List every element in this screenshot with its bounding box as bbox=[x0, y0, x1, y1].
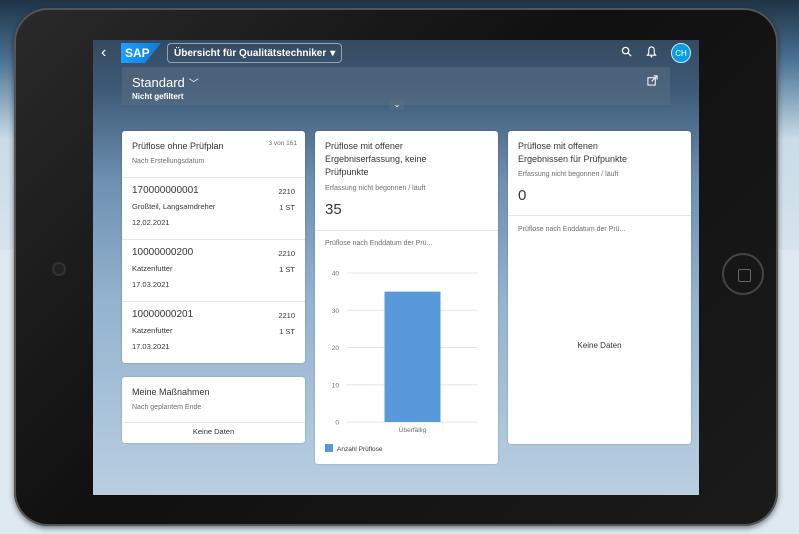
lot-plant: 2210 bbox=[278, 249, 295, 258]
chart-title: Prüflose nach Enddatum der Prü... bbox=[325, 240, 433, 247]
back-icon[interactable]: ‹ bbox=[101, 44, 117, 62]
lot-plant: 2210 bbox=[278, 187, 295, 196]
bar-chart: 0 10 20 30 40 Überfällig Anzahl Prüflose bbox=[325, 271, 478, 453]
variant-selector[interactable]: Standard ﹀ bbox=[132, 75, 199, 90]
card-count: 3 von 161 bbox=[268, 140, 297, 147]
legend-swatch bbox=[325, 444, 333, 452]
lot-number: 10000000200 bbox=[132, 247, 194, 258]
card-subtitle: Nach geplantem Ende bbox=[132, 404, 202, 411]
app-title-menu[interactable]: Übersicht für Qualitätstechniker ▾ bbox=[167, 43, 343, 63]
kpi-value: 35 bbox=[325, 201, 342, 218]
card-open-results-points[interactable]: Prüflose mit offenen Ergebnissen für Prüf… bbox=[508, 131, 691, 444]
lot-description: Großteil, Langsamdreher bbox=[132, 202, 216, 211]
card-subtitle: Nach Erstellungsdatum bbox=[132, 158, 205, 165]
lot-date: 17.03.2021 bbox=[132, 280, 170, 289]
y-tick-label: 20 bbox=[332, 345, 340, 352]
chevron-down-icon: ﹀ bbox=[188, 79, 199, 90]
share-icon[interactable] bbox=[647, 75, 658, 89]
lot-date: 17.03.2021 bbox=[132, 342, 170, 351]
card-inspection-lots-no-plan[interactable]: Prüflose ohne Prüfplan 3 von 161 Nach Er… bbox=[122, 131, 305, 363]
card-subtitle: Erfassung nicht begonnen / läuft bbox=[518, 171, 619, 178]
lot-number: 10000000201 bbox=[132, 309, 194, 320]
lot-plant: 2210 bbox=[278, 311, 295, 320]
lot-description: Katzenfutter bbox=[132, 264, 173, 273]
card-open-results-no-points[interactable]: Prüflose mit offener Ergebniserfassung, k… bbox=[315, 131, 498, 464]
y-tick-label: 0 bbox=[335, 420, 339, 427]
bar bbox=[384, 291, 441, 422]
list-item[interactable]: 170000000001 Großteil, Langsamdreher 12.… bbox=[122, 177, 305, 239]
shell-bar: ‹ SAP Übersicht für Qualitätstechniker ▾… bbox=[93, 40, 699, 66]
lot-date: 12.02.2021 bbox=[132, 218, 170, 227]
no-data-text: Keine Daten bbox=[192, 427, 235, 436]
filter-status: Nicht gefiltert bbox=[132, 92, 184, 101]
collapse-header-button[interactable]: ⌄ bbox=[390, 100, 404, 110]
app-title: Übersicht für Qualitätstechniker bbox=[174, 47, 327, 59]
card-title: Prüflose ohne Prüfplan bbox=[132, 141, 224, 151]
chart-title: Prüflose nach Enddatum der Prü... bbox=[518, 226, 626, 233]
card-my-actions[interactable]: Meine Maßnahmen Nach geplantem Ende Kein… bbox=[122, 377, 305, 443]
lot-quantity: 1 ST bbox=[279, 265, 295, 274]
lot-description: Katzenfutter bbox=[132, 326, 173, 335]
y-tick-label: 40 bbox=[332, 271, 340, 278]
card-subtitle: Erfassung nicht begonnen / läuft bbox=[325, 185, 426, 192]
card-title: Prüflose mit offenen Ergebnissen für Prüf… bbox=[518, 141, 628, 164]
card-title: Meine Maßnahmen bbox=[132, 387, 210, 397]
sap-logo: SAP bbox=[121, 43, 161, 63]
y-tick-label: 10 bbox=[332, 382, 340, 389]
avatar[interactable]: CH bbox=[671, 43, 691, 63]
screen: ‹ SAP Übersicht für Qualitätstechniker ▾… bbox=[93, 40, 699, 495]
legend-label: Anzahl Prüflose bbox=[337, 446, 383, 453]
x-tick-label: Überfällig bbox=[399, 426, 427, 434]
lot-quantity: 1 ST bbox=[279, 327, 295, 336]
y-tick-label: 30 bbox=[332, 308, 340, 315]
camera bbox=[54, 264, 64, 274]
caret-down-icon: ▾ bbox=[330, 47, 336, 59]
no-data-text: Keine Daten bbox=[577, 341, 622, 350]
list-item[interactable]: 10000000201 Katzenfutter 17.03.2021 2210… bbox=[122, 301, 305, 363]
bell-icon[interactable] bbox=[646, 45, 657, 61]
lot-number: 170000000001 bbox=[132, 185, 199, 196]
lot-quantity: 1 ST bbox=[279, 203, 295, 212]
list-item[interactable]: 10000000200 Katzenfutter 17.03.2021 2210… bbox=[122, 239, 305, 301]
variant-name: Standard bbox=[132, 75, 185, 90]
search-icon[interactable] bbox=[621, 46, 632, 60]
kpi-value: 0 bbox=[518, 187, 527, 204]
card-title: Prüflose mit offener Ergebniserfassung, k… bbox=[325, 141, 427, 177]
home-button bbox=[722, 253, 764, 295]
